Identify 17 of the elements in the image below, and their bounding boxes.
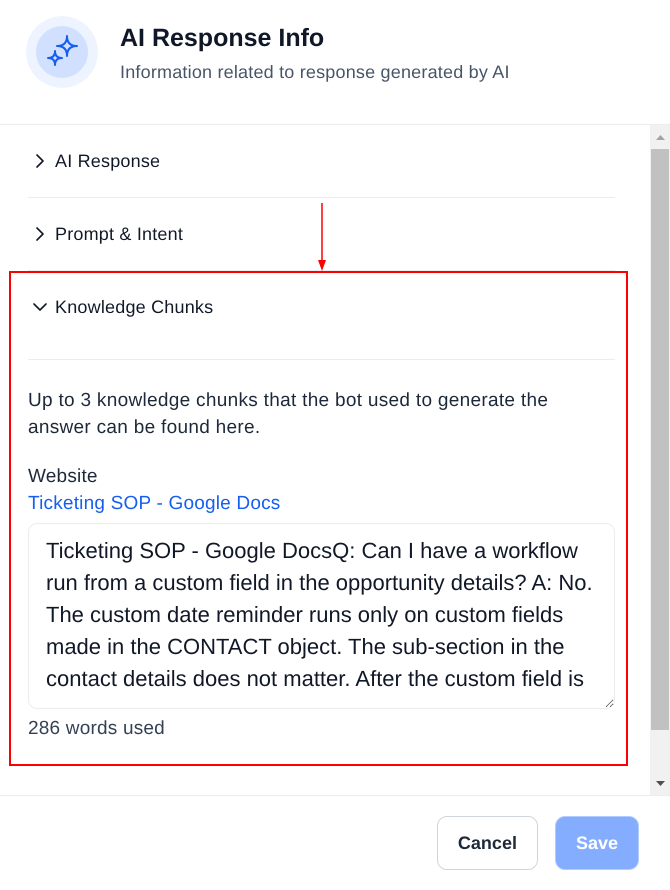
accordion-header[interactable]: AI Response — [28, 125, 615, 197]
chevron-down-icon — [33, 300, 47, 314]
section-description: Up to 3 knowledge chunks that the bot used to generate the answer can be found here. — [28, 389, 550, 440]
accordion-header[interactable]: Knowledge Chunks — [28, 273, 615, 341]
cancel-button[interactable]: Cancel — [436, 816, 538, 870]
word-count: 286 words used — [28, 717, 166, 741]
dialog-subtitle: Information related to response generated by AI — [120, 61, 510, 83]
dialog-title: AI Response Info — [120, 23, 326, 53]
accordion-header[interactable]: Prompt & Intent — [28, 198, 615, 270]
scroll-down-icon[interactable] — [656, 780, 664, 786]
scroll-up-icon[interactable] — [656, 134, 664, 140]
source-type-label: Website — [28, 465, 99, 489]
scrollbar[interactable] — [650, 125, 670, 795]
source-link[interactable]: Ticketing SOP - Google Docs — [28, 490, 281, 517]
chunk-text-field[interactable]: Ticketing SOP - Google DocsQ: Can I have a workflow run from a custom field in the opportunity details? A: No. The custom date reminder runs only on custom fields made in the CONTACT object. The sub-section in the contact details does not matter. After the custom field is — [28, 523, 615, 709]
scrollbar-thumb[interactable] — [651, 149, 669, 730]
sparkle-icon — [26, 16, 98, 88]
